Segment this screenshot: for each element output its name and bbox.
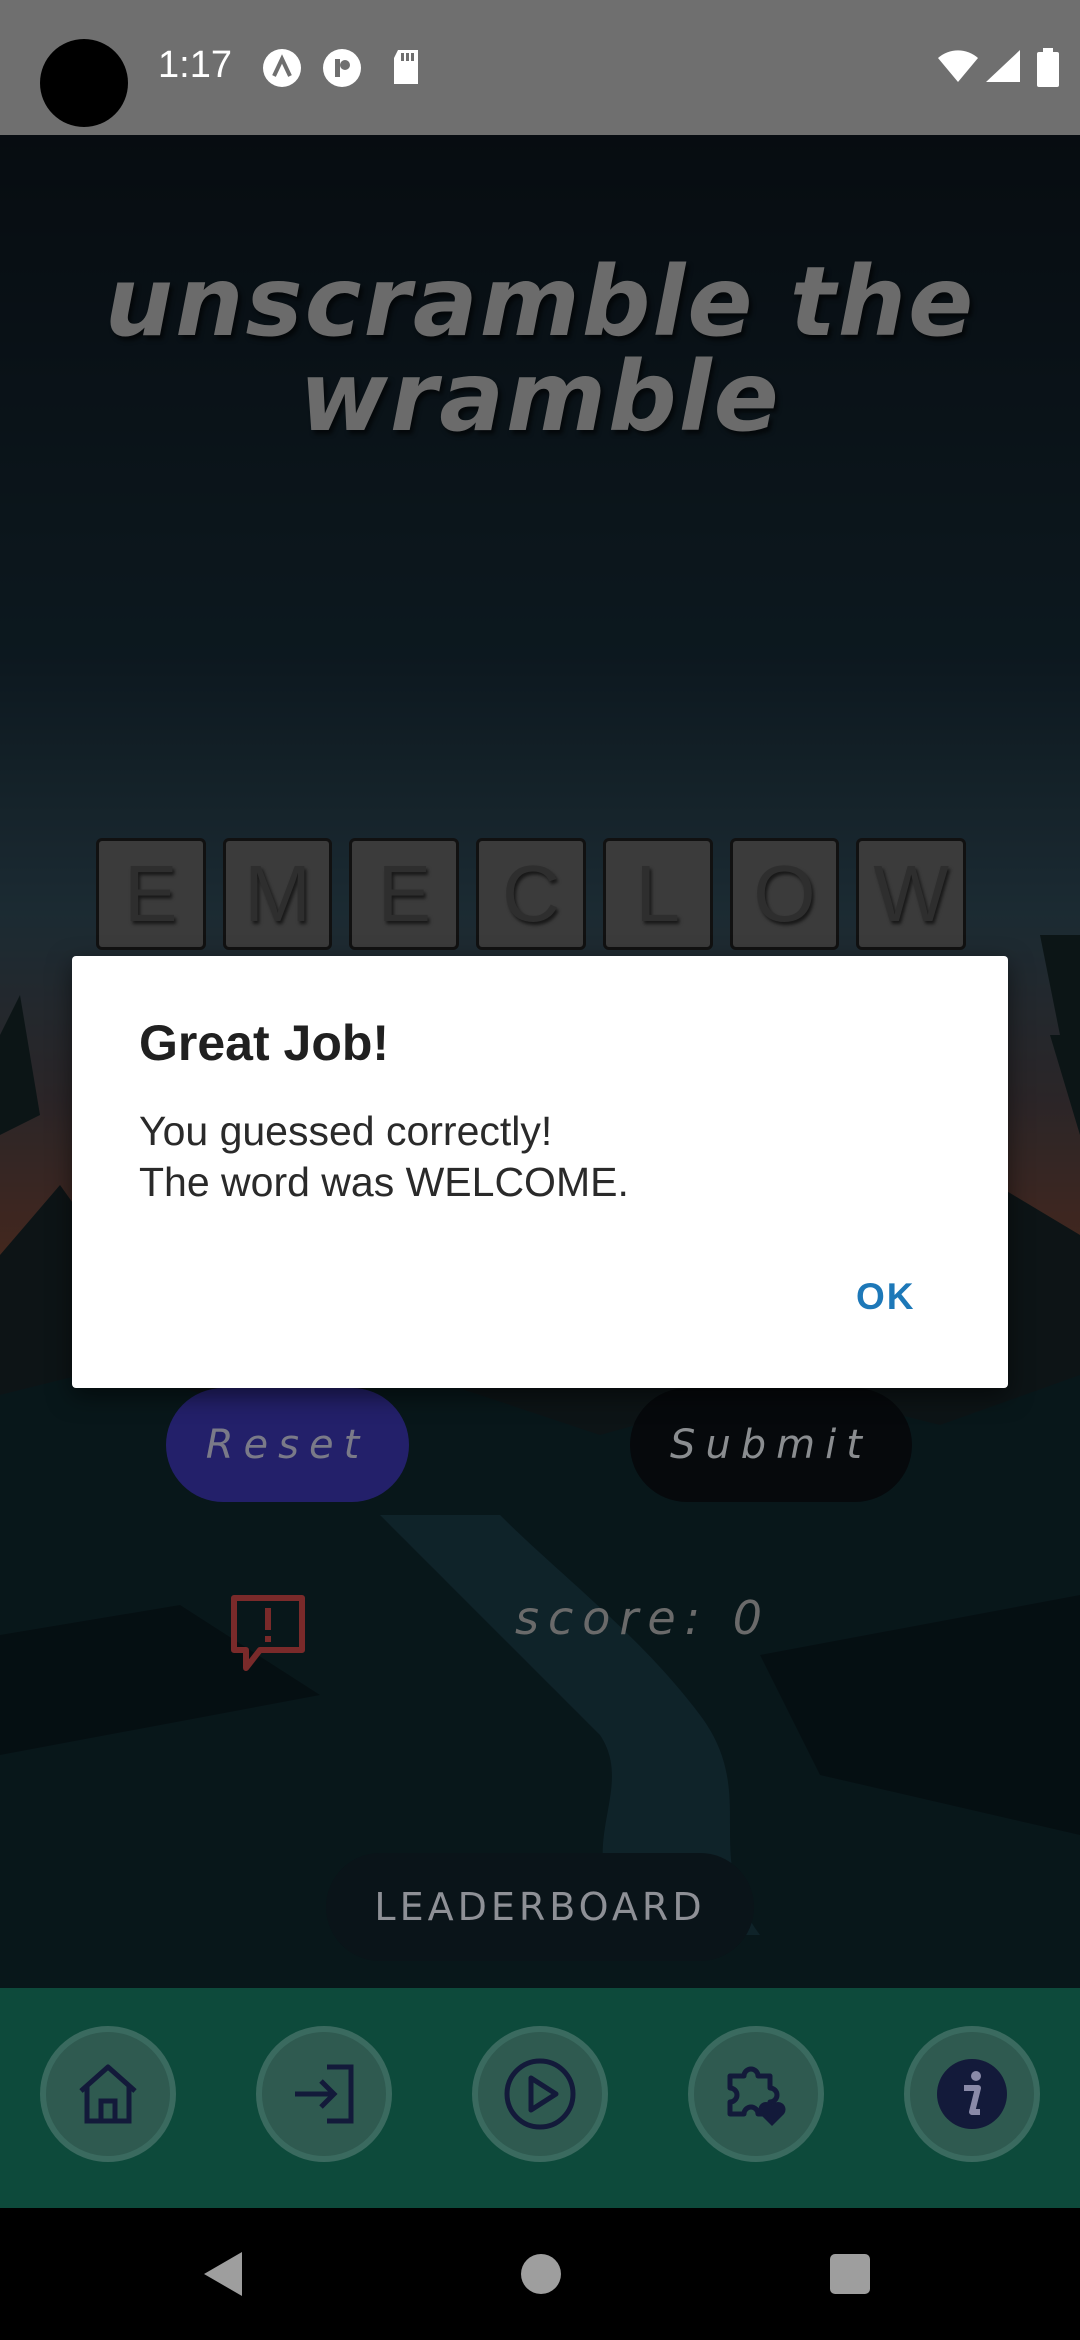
nav-info-button[interactable] [904,2026,1040,2162]
letter-tile[interactable]: E [96,838,206,950]
status-bar: 1:17 [0,0,1080,135]
status-time: 1:17 [158,44,232,86]
leaderboard-button[interactable]: LEADERBOARD [326,1853,754,1961]
bottom-nav [0,1988,1080,2208]
ok-button[interactable]: OK [842,1266,930,1328]
dialog-message-line2: The word was WELCOME. [139,1159,629,1205]
puzzle-heart-icon [727,2066,786,2126]
report-icon[interactable] [226,1592,310,1676]
game-title-line2: wramble [299,341,781,453]
submit-button[interactable]: Submit [630,1388,912,1502]
reset-button[interactable]: Reset [166,1388,409,1502]
nav-home-button[interactable] [40,2026,176,2162]
letter-tile[interactable]: C [476,838,586,950]
media-notification-icon [323,49,361,87]
nav-play-button[interactable] [472,2026,608,2162]
app-notification-icon [263,49,301,87]
battery-icon [1037,48,1059,87]
dialog-title: Great Job! [139,1015,390,1071]
play-icon [504,2058,576,2130]
camera-cutout [40,39,128,127]
system-nav-bar [0,2208,1080,2340]
letter-tile[interactable]: W [856,838,967,950]
game-title-line1: unscramble the [104,246,976,358]
letter-tiles: E M E C L O W [96,838,967,950]
recent-apps-icon[interactable] [830,2254,870,2294]
sd-card-icon [394,50,418,84]
letter-tile[interactable]: L [602,838,713,950]
nav-login-button[interactable] [256,2026,392,2162]
info-icon [937,2059,1007,2129]
back-icon[interactable] [200,2248,246,2300]
login-icon [295,2064,354,2124]
home-icon [79,2064,137,2124]
nav-favorites-button[interactable] [688,2026,824,2162]
cell-signal-icon [986,50,1020,82]
letter-tile[interactable]: M [222,838,333,950]
result-dialog: Great Job! You guessed correctly! The wo… [72,956,1008,1388]
wifi-icon [938,50,978,82]
home-nav-icon[interactable] [521,2254,561,2294]
game-title: unscramble the wramble [0,246,1080,453]
dialog-message: You guessed correctly! The word was WELC… [139,1106,629,1208]
letter-tile[interactable]: E [349,838,460,950]
score-label: score: 0 [515,1591,771,1645]
letter-tile[interactable]: O [729,838,840,950]
dialog-message-line1: You guessed correctly! [139,1108,553,1154]
